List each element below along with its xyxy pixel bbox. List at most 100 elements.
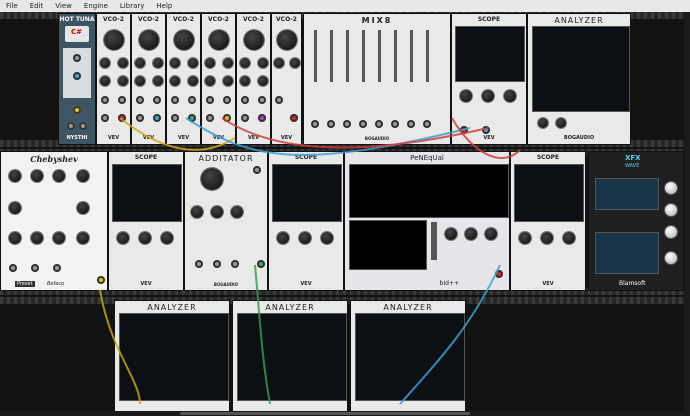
input-jack[interactable] bbox=[118, 96, 126, 104]
output-jack[interactable] bbox=[97, 276, 105, 284]
menu-edit[interactable]: Edit bbox=[24, 2, 50, 10]
octave-knob[interactable] bbox=[665, 182, 677, 194]
input-jack[interactable] bbox=[482, 126, 490, 134]
frequency-knob[interactable] bbox=[209, 30, 229, 50]
wave-knob[interactable] bbox=[205, 58, 215, 68]
y-scale-knob[interactable] bbox=[541, 232, 553, 244]
input-jack[interactable] bbox=[153, 96, 161, 104]
horizontal-scroll-thumb[interactable] bbox=[180, 412, 470, 415]
fine-knob[interactable] bbox=[465, 228, 477, 240]
fine-knob[interactable] bbox=[665, 226, 677, 238]
input-jack[interactable] bbox=[407, 120, 415, 128]
channel-fader[interactable] bbox=[378, 30, 381, 82]
gain-knob[interactable] bbox=[9, 232, 21, 244]
fm-knob[interactable] bbox=[100, 76, 110, 86]
x-scale-knob[interactable] bbox=[117, 232, 129, 244]
output-jack[interactable] bbox=[290, 114, 298, 122]
input-jack[interactable] bbox=[101, 114, 109, 122]
input-jack[interactable] bbox=[171, 96, 179, 104]
channel-fader[interactable] bbox=[362, 30, 365, 82]
output-jack[interactable] bbox=[223, 114, 231, 122]
x-scale-knob[interactable] bbox=[460, 90, 472, 102]
fm-knob[interactable] bbox=[485, 228, 497, 240]
wave-knob[interactable] bbox=[100, 58, 110, 68]
channel-fader[interactable] bbox=[346, 30, 349, 82]
menu-engine[interactable]: Engine bbox=[78, 2, 114, 10]
x-scale-knob[interactable] bbox=[277, 232, 289, 244]
fm-knob[interactable] bbox=[170, 76, 180, 86]
input-jack[interactable] bbox=[206, 114, 214, 122]
even-knob[interactable] bbox=[31, 232, 43, 244]
menu-file[interactable]: File bbox=[0, 2, 24, 10]
input-jack[interactable] bbox=[327, 120, 335, 128]
level-knob[interactable] bbox=[665, 252, 677, 264]
vertical-scrollbar[interactable] bbox=[684, 12, 690, 416]
wave-knob[interactable] bbox=[170, 58, 180, 68]
input-jack[interactable] bbox=[275, 96, 283, 104]
output-jack[interactable] bbox=[257, 260, 265, 268]
input-jack[interactable] bbox=[311, 120, 319, 128]
input-jack[interactable] bbox=[53, 264, 61, 272]
preset-label[interactable]: Preset bbox=[15, 281, 35, 287]
output-jack[interactable] bbox=[495, 270, 503, 278]
time-knob[interactable] bbox=[504, 90, 516, 102]
tune-knob[interactable] bbox=[77, 170, 89, 182]
pw-knob[interactable] bbox=[223, 76, 233, 86]
range-knob[interactable] bbox=[538, 118, 548, 128]
time-knob[interactable] bbox=[321, 232, 333, 244]
output-jack[interactable] bbox=[73, 106, 81, 114]
wave-knob[interactable] bbox=[240, 58, 250, 68]
slope-knob[interactable] bbox=[53, 232, 65, 244]
input-jack[interactable] bbox=[188, 96, 196, 104]
input-jack[interactable] bbox=[136, 96, 144, 104]
wave-knob[interactable] bbox=[135, 58, 145, 68]
input-jack[interactable] bbox=[136, 114, 144, 122]
input-jack[interactable] bbox=[213, 260, 221, 268]
input-jack[interactable] bbox=[253, 166, 261, 174]
fall-knob[interactable] bbox=[9, 202, 21, 214]
semi-knob[interactable] bbox=[665, 204, 677, 216]
pw-knob[interactable] bbox=[118, 76, 128, 86]
frequency-knob[interactable] bbox=[244, 30, 264, 50]
input-jack[interactable] bbox=[9, 264, 17, 272]
output-jack[interactable] bbox=[153, 114, 161, 122]
menu-help[interactable]: Help bbox=[150, 2, 178, 10]
output-jack[interactable] bbox=[118, 114, 126, 122]
rise-knob[interactable] bbox=[9, 170, 21, 182]
input-jack[interactable] bbox=[359, 120, 367, 128]
wave-knob[interactable] bbox=[274, 58, 284, 68]
menu-view[interactable]: View bbox=[49, 2, 78, 10]
odd-knob[interactable] bbox=[77, 232, 89, 244]
y-scale-knob[interactable] bbox=[482, 90, 494, 102]
input-jack[interactable] bbox=[231, 260, 239, 268]
partials-knob[interactable] bbox=[211, 206, 223, 218]
input-jack[interactable] bbox=[258, 96, 266, 104]
semi-knob[interactable] bbox=[53, 170, 65, 182]
fine-knob[interactable] bbox=[223, 58, 233, 68]
lfm-knob[interactable] bbox=[77, 202, 89, 214]
vo-knob[interactable] bbox=[445, 228, 457, 240]
channel-fader[interactable] bbox=[330, 30, 333, 82]
input-jack[interactable] bbox=[101, 96, 109, 104]
frequency-knob[interactable] bbox=[174, 30, 194, 50]
output-jack[interactable] bbox=[79, 122, 87, 130]
input-jack[interactable] bbox=[223, 96, 231, 104]
pw-knob[interactable] bbox=[153, 76, 163, 86]
smooth-knob[interactable] bbox=[556, 118, 566, 128]
fine-knob[interactable] bbox=[118, 58, 128, 68]
fine-knob[interactable] bbox=[188, 58, 198, 68]
input-jack[interactable] bbox=[241, 96, 249, 104]
input-jack[interactable] bbox=[391, 120, 399, 128]
input-jack[interactable] bbox=[195, 260, 203, 268]
time-knob[interactable] bbox=[161, 232, 173, 244]
channel-fader[interactable] bbox=[314, 30, 317, 82]
y-scale-knob[interactable] bbox=[139, 232, 151, 244]
pw-knob[interactable] bbox=[258, 76, 268, 86]
fm-knob[interactable] bbox=[240, 76, 250, 86]
fine-knob[interactable] bbox=[258, 58, 268, 68]
fine-knob[interactable] bbox=[290, 58, 300, 68]
y-scale-knob[interactable] bbox=[299, 232, 311, 244]
input-jack[interactable] bbox=[31, 264, 39, 272]
input-jack[interactable] bbox=[206, 96, 214, 104]
x-scale-knob[interactable] bbox=[519, 232, 531, 244]
